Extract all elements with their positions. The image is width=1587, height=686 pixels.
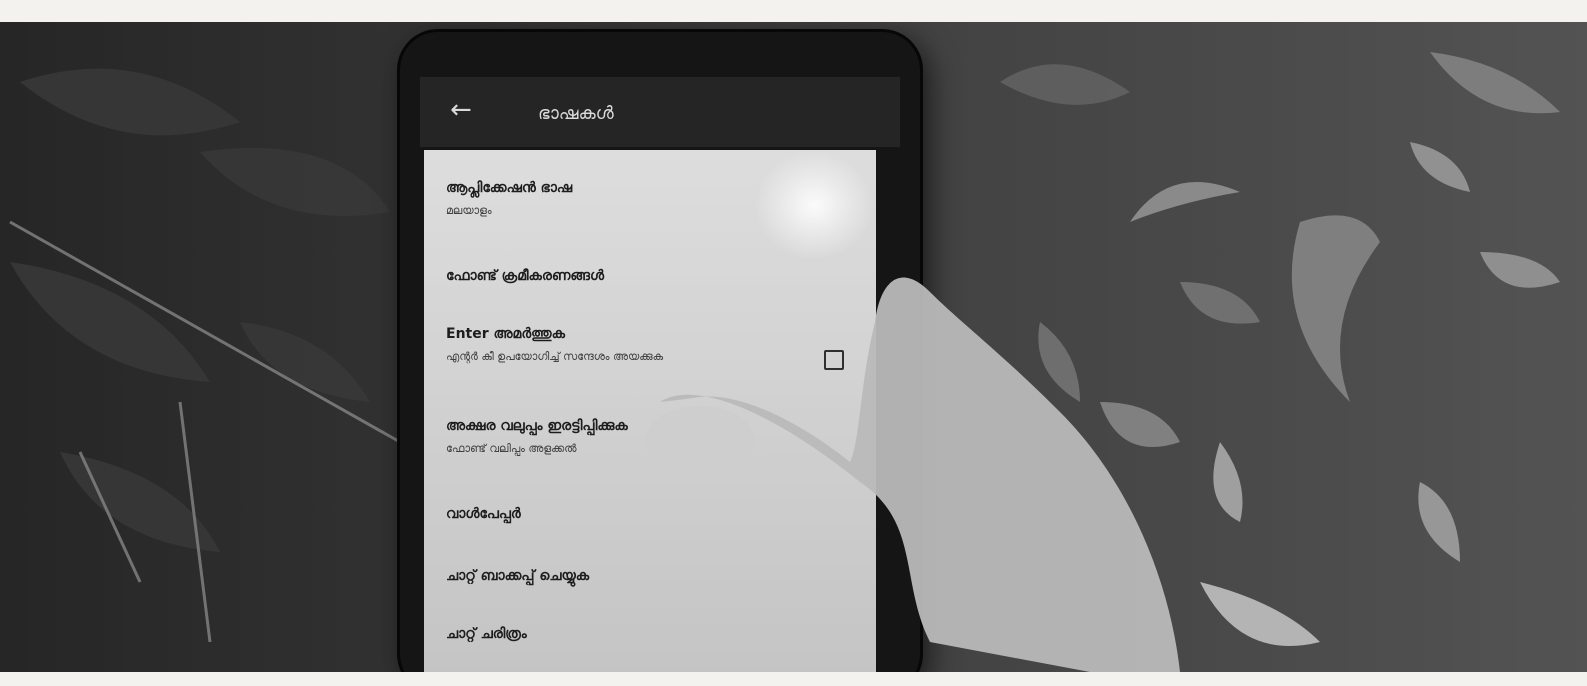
scan-border-top [0,0,1587,22]
photo: ← ഭാഷകൾ ആപ്ലിക്കേഷൻ ഭാഷ മലയാളം ഫോണ്ട് ക്… [0,22,1587,672]
fingertip [645,406,755,474]
hand-finger [645,277,1180,672]
scan-border-bottom [0,672,1587,686]
hand-shape [660,277,1180,672]
